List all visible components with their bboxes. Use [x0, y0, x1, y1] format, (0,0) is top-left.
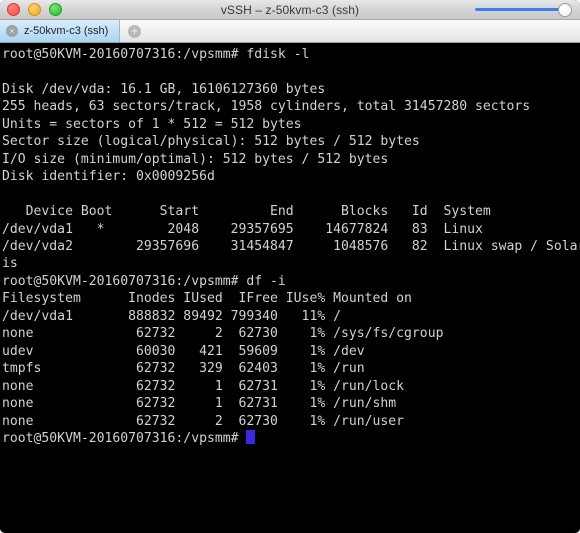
vssh-window: vSSH – z-50kvm-c3 (ssh) × z-50kvm-c3 (ss… [0, 0, 580, 533]
close-button[interactable] [7, 3, 20, 16]
terminal-prompt-line: root@50KVM-20160707316:/vpsmm# [2, 430, 247, 446]
maximize-button[interactable] [49, 3, 62, 16]
terminal-screen[interactable]: root@50KVM-20160707316:/vpsmm# fdisk -l … [0, 43, 580, 533]
terminal-lines: root@50KVM-20160707316:/vpsmm# fdisk -l … [2, 47, 580, 429]
tab-z-50kvm-c3[interactable]: × z-50kvm-c3 (ssh) [0, 20, 120, 42]
titlebar-slider[interactable] [472, 0, 572, 19]
traffic-lights [7, 0, 62, 19]
plus-icon[interactable]: + [128, 24, 141, 38]
terminal-cursor [246, 429, 255, 444]
tab-label: z-50kvm-c3 (ssh) [24, 25, 109, 37]
slider-knob[interactable] [558, 2, 572, 17]
terminal-output: root@50KVM-20160707316:/vpsmm# fdisk -l … [2, 46, 580, 447]
tab-close-icon[interactable]: × [6, 25, 18, 37]
window-titlebar[interactable]: vSSH – z-50kvm-c3 (ssh) [0, 0, 580, 20]
minimize-button[interactable] [28, 3, 41, 16]
slider-track[interactable] [475, 8, 563, 11]
tab-bar: × z-50kvm-c3 (ssh) + [0, 20, 580, 43]
new-tab-button[interactable]: + [120, 20, 149, 42]
